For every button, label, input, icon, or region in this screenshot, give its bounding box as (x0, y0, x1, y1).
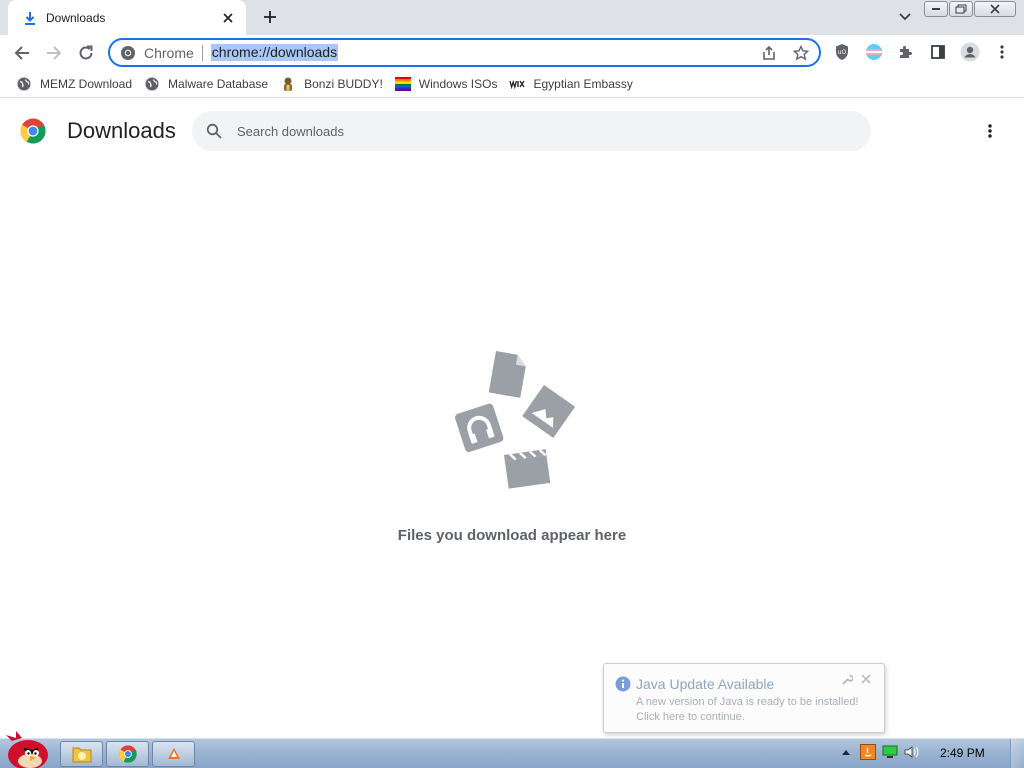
taskbar-media-player-button[interactable] (152, 741, 195, 767)
new-tab-button[interactable] (258, 5, 282, 29)
bookmark-label: Windows ISOs (418, 76, 498, 91)
tab-strip: Downloads (0, 0, 1024, 35)
wrench-icon[interactable] (841, 674, 853, 686)
bookmark-label: Bonzi BUDDY! (304, 76, 383, 91)
chrome-icon (120, 45, 136, 61)
notification-title: Java Update Available (636, 676, 775, 692)
download-icon (22, 10, 38, 26)
search-placeholder: Search downloads (237, 123, 344, 139)
bookmark-label: Malware Database (168, 76, 269, 91)
java-update-notification[interactable]: Java Update Available A new version of J… (603, 663, 885, 733)
bookmarks-bar: MEMZ Download Malware Database Bonzi BUD… (0, 70, 1024, 98)
notification-body: A new version of Java is ready to be ins… (636, 695, 880, 725)
reload-button[interactable] (72, 39, 100, 67)
angry-bird-start-button[interactable] (2, 731, 54, 768)
bookmark-windows-isos[interactable]: Windows ISOs (393, 72, 506, 96)
svg-text:uO: uO (838, 49, 847, 56)
chevron-down-icon[interactable] (894, 6, 916, 28)
star-icon[interactable] (791, 43, 811, 63)
puzzle-icon[interactable] (894, 40, 918, 64)
bookmark-label: MEMZ Download (40, 76, 133, 91)
kebab-menu-icon[interactable] (990, 40, 1014, 64)
side-panel-icon[interactable] (926, 40, 950, 64)
ublock-icon[interactable]: uO (830, 40, 854, 64)
taskbar-explorer-button[interactable] (60, 741, 103, 767)
wix-icon (509, 76, 526, 92)
show-desktop-button[interactable] (1010, 739, 1024, 768)
close-icon[interactable] (220, 10, 236, 26)
globe-icon (144, 76, 160, 92)
volume-icon[interactable] (904, 744, 920, 760)
chrome-logo-icon (20, 118, 46, 144)
tab-title: Downloads (46, 10, 106, 25)
taskbar: 2:49 PM (0, 731, 1024, 768)
more-actions-icon[interactable] (978, 119, 1002, 143)
globe-icon (16, 76, 32, 92)
page-title: Downloads (67, 118, 176, 143)
downloads-page: Downloads Search downloads Files you dow… (0, 99, 1024, 738)
window-controls (924, 1, 1016, 17)
omnibox-chip: Chrome (144, 44, 203, 61)
search-downloads-input[interactable]: Search downloads (192, 111, 871, 151)
share-icon[interactable] (759, 43, 779, 63)
notification-body-line: A new version of Java is ready to be ins… (636, 696, 859, 708)
address-bar[interactable]: Chrome chrome://downloads (108, 38, 821, 67)
bookmark-label: Egyptian Embassy (533, 76, 633, 91)
bookmark-egyptian-embassy[interactable]: Egyptian Embassy (507, 72, 640, 96)
close-window-button[interactable] (974, 1, 1016, 17)
close-icon[interactable] (860, 673, 872, 685)
rainbow-flag-icon (394, 76, 411, 92)
back-button[interactable] (8, 39, 36, 67)
network-icon[interactable] (882, 744, 898, 760)
java-tray-icon[interactable] (860, 744, 876, 760)
folder-icon (72, 747, 91, 763)
bookmark-memz-download[interactable]: MEMZ Download (14, 72, 140, 96)
system-tray (838, 744, 920, 760)
taskbar-chrome-button[interactable] (106, 741, 149, 767)
notification-link[interactable]: Click here to continue. (636, 710, 880, 725)
tab-downloads[interactable]: Downloads (8, 0, 246, 35)
minimize-button[interactable] (924, 1, 948, 17)
info-icon (615, 676, 631, 692)
profile-avatar-icon[interactable] (958, 40, 982, 64)
restore-button[interactable] (949, 1, 973, 17)
chrome-icon (118, 745, 137, 763)
show-hidden-icons-arrow-icon[interactable] (838, 744, 854, 760)
bookmark-bonzi-buddy[interactable]: Bonzi BUDDY! (278, 72, 391, 96)
bonzi-icon (280, 76, 296, 92)
url-text[interactable]: chrome://downloads (210, 44, 339, 61)
bookmark-malware-database[interactable]: Malware Database (142, 72, 276, 96)
media-player-icon (167, 748, 180, 759)
forward-button[interactable] (40, 39, 68, 67)
trans-flag-extension-icon[interactable] (862, 40, 886, 64)
empty-downloads-illustration (455, 351, 576, 489)
toolbar: Chrome chrome://downloads uO (0, 35, 1024, 85)
clock[interactable]: 2:49 PM (940, 746, 985, 760)
empty-state-message: Files you download appear here (397, 527, 627, 544)
search-icon (205, 122, 223, 140)
